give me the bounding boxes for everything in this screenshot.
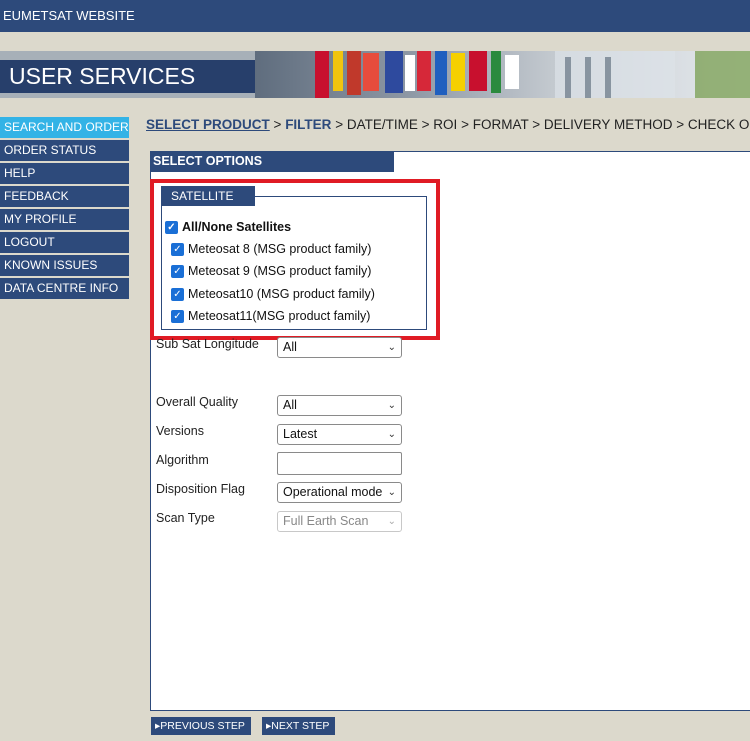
eumetsat-website-link[interactable]: EUMETSAT WEBSITE [0, 8, 135, 23]
select-value: Operational mode [283, 485, 383, 499]
checkbox-checked-icon[interactable]: ✓ [165, 220, 178, 234]
breadcrumb-separator: > [676, 117, 685, 132]
breadcrumb-separator: > [532, 117, 541, 132]
satellite-option-meteosat10[interactable]: ✓ Meteosat10 (MSG product family) [171, 287, 375, 301]
sidebar-item-feedback[interactable]: FEEDBACK [0, 186, 129, 207]
breadcrumb-select-product[interactable]: SELECT PRODUCT [146, 117, 270, 132]
scan-type-select: Full Earth Scan ⌄ [277, 511, 402, 532]
banner: USER SERVICES CLIENT [0, 51, 750, 98]
satellite-option-label: Meteosat10 (MSG product family) [188, 287, 375, 301]
select-value: All [283, 340, 297, 354]
satellite-option-label: Meteosat 9 (MSG product family) [188, 264, 372, 278]
flags-illustration [315, 51, 750, 98]
all-none-satellites-row[interactable]: ✓ All/None Satellites [165, 220, 291, 234]
overall-quality-label: Overall Quality [156, 395, 238, 409]
overall-quality-select[interactable]: All ⌄ [277, 395, 402, 416]
select-value: All [283, 398, 297, 412]
checkbox-checked-icon[interactable]: ✓ [171, 287, 184, 301]
top-bar: EUMETSAT WEBSITE [0, 0, 750, 32]
checkbox-checked-icon[interactable]: ✓ [171, 264, 184, 278]
breadcrumb-separator: > [273, 117, 282, 132]
breadcrumb-separator: > [461, 117, 469, 132]
versions-select[interactable]: Latest ⌄ [277, 424, 402, 445]
chevron-down-icon: ⌄ [387, 400, 396, 411]
sidebar-item-search-and-order[interactable]: SEARCH AND ORDER [0, 117, 129, 138]
sidebar-item-data-centre-info[interactable]: DATA CENTRE INFO [0, 278, 129, 299]
satellite-legend: SATELLITE [161, 186, 255, 206]
scan-type-label: Scan Type [156, 511, 215, 525]
algorithm-label: Algorithm [156, 453, 209, 467]
sub-sat-longitude-select[interactable]: All ⌄ [277, 337, 402, 358]
chevron-down-icon: ⌄ [387, 516, 396, 527]
disposition-flag-select[interactable]: Operational mode ⌄ [277, 482, 402, 503]
sidebar-item-help[interactable]: HELP [0, 163, 129, 184]
chevron-down-icon: ⌄ [387, 342, 396, 353]
checkbox-checked-icon[interactable]: ✓ [171, 242, 184, 256]
select-value: Latest [283, 427, 318, 441]
sidebar-item-known-issues[interactable]: KNOWN ISSUES [0, 255, 129, 276]
sidebar: SEARCH AND ORDER ORDER STATUS HELP FEEDB… [0, 117, 129, 301]
disposition-flag-label: Disposition Flag [156, 482, 245, 496]
breadcrumb-delivery-method: DELIVERY METHOD [543, 117, 673, 132]
satellite-option-label: Meteosat 8 (MSG product family) [188, 242, 372, 256]
satellite-option-label: Meteosat11(MSG product family) [188, 309, 371, 323]
breadcrumb-date-time: DATE/TIME [346, 117, 418, 132]
panel-title: SELECT OPTIONS [151, 152, 394, 172]
satellite-option-meteosat11[interactable]: ✓ Meteosat11(MSG product family) [171, 309, 370, 323]
breadcrumb-format: FORMAT [472, 117, 529, 132]
algorithm-input[interactable] [277, 452, 402, 475]
sidebar-item-logout[interactable]: LOGOUT [0, 232, 129, 253]
select-value: Full Earth Scan [283, 514, 369, 528]
chevron-down-icon: ⌄ [387, 429, 396, 440]
sidebar-item-my-profile[interactable]: MY PROFILE [0, 209, 129, 230]
app-title: USER SERVICES CLIENT [0, 60, 255, 98]
breadcrumb-check-out: CHECK OUT [687, 117, 750, 132]
next-step-button[interactable]: ▸NEXT STEP [262, 717, 336, 735]
all-none-satellites-label: All/None Satellites [182, 220, 292, 234]
satellite-option-meteosat9[interactable]: ✓ Meteosat 9 (MSG product family) [171, 264, 371, 278]
banner-photo [255, 51, 750, 98]
sub-sat-longitude-label: Sub Sat Longitude [156, 337, 259, 351]
checkbox-checked-icon[interactable]: ✓ [171, 309, 184, 323]
breadcrumb-separator: > [335, 117, 344, 132]
breadcrumb-separator: > [421, 117, 430, 132]
breadcrumb: SELECT PRODUCT > FILTER > DATE/TIME > RO… [146, 117, 750, 132]
button-label: PREVIOUS STEP [160, 720, 245, 732]
chevron-down-icon: ⌄ [387, 487, 396, 498]
previous-step-button[interactable]: ▸PREVIOUS STEP [151, 717, 251, 735]
versions-label: Versions [156, 424, 204, 438]
breadcrumb-filter: FILTER [285, 117, 332, 132]
satellite-option-meteosat8[interactable]: ✓ Meteosat 8 (MSG product family) [171, 242, 371, 256]
button-label: NEXT STEP [271, 720, 330, 732]
sidebar-item-order-status[interactable]: ORDER STATUS [0, 140, 129, 161]
breadcrumb-roi: ROI [433, 117, 458, 132]
